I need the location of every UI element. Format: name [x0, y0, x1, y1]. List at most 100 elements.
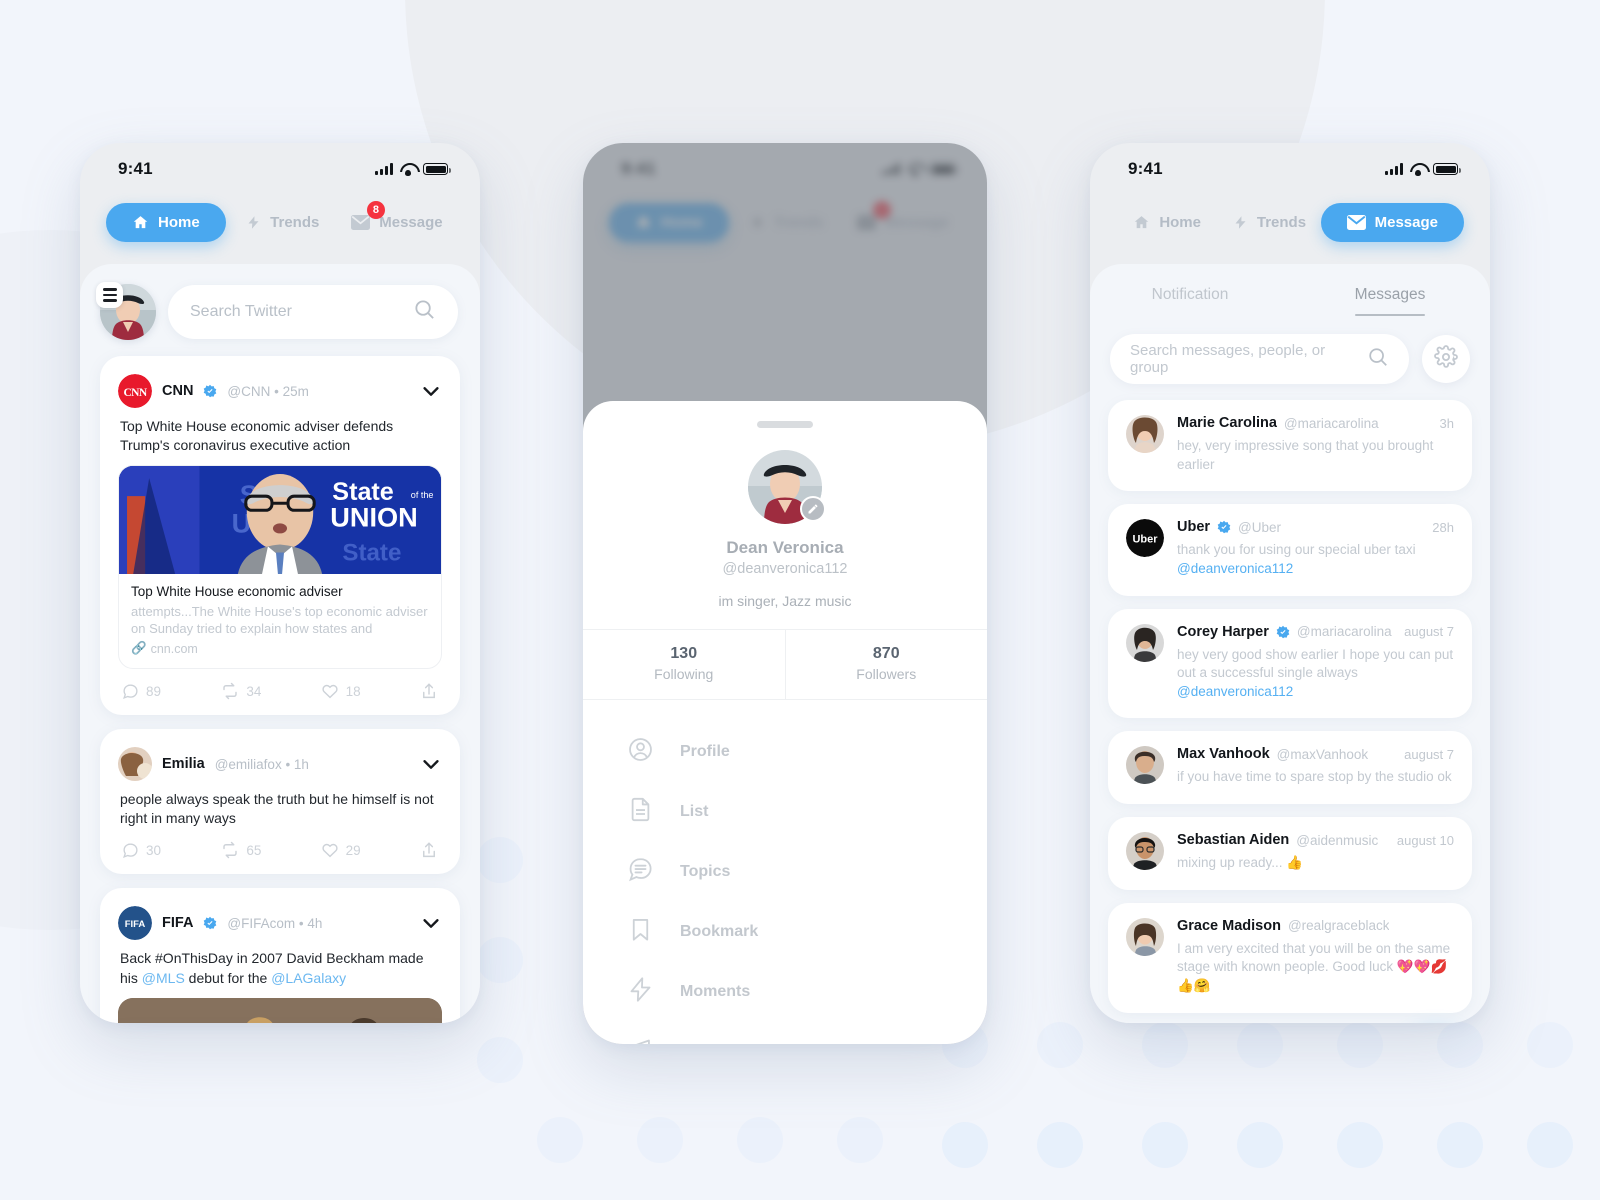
conversation-preview: hey very good show earlier I hope you ca… — [1177, 646, 1454, 699]
profile-stat[interactable]: 870 Followers — [784, 630, 988, 699]
like-action[interactable]: 29 — [321, 841, 420, 859]
stat-label: Following — [654, 666, 714, 682]
nav-tab-home-label: Home — [158, 214, 200, 231]
search-input[interactable]: Search Twitter — [168, 285, 458, 339]
conversation-avatar[interactable] — [1126, 746, 1164, 785]
nav-tab-trends[interactable]: Trends — [226, 203, 340, 242]
conversation-preview: thank you for using our special uber tax… — [1177, 542, 1416, 576]
tab-messages[interactable]: Messages — [1290, 278, 1490, 316]
reply-action[interactable]: 30 — [122, 842, 221, 859]
verified-badge-icon — [1217, 520, 1231, 534]
drawer-menu-item-twitter-ads[interactable]: Twitter Ads — [627, 1022, 943, 1044]
lightning-icon — [1233, 214, 1248, 231]
tweet-card[interactable]: FIFA FIFA @FIFAcom • 4h Back #OnThisDay in… — [100, 888, 460, 1023]
share-action[interactable] — [420, 681, 438, 701]
top-navigation: Home Trends Message — [1090, 195, 1490, 264]
tweet-header: CNN CNN @CNN • 25m — [118, 374, 442, 408]
conversation-row[interactable]: Corey Harper @mariacarolina august 7 hey ve… — [1108, 608, 1472, 719]
background-dot — [1142, 1122, 1188, 1168]
envelope-icon — [351, 215, 371, 230]
messages-settings-button[interactable] — [1422, 335, 1470, 383]
drawer-menu-item-profile[interactable]: Profile — [627, 722, 943, 782]
tweet-avatar[interactable]: FIFA — [118, 906, 152, 941]
tweet-header: FIFA FIFA @FIFAcom • 4h — [118, 906, 442, 941]
home-icon — [1133, 214, 1150, 231]
search-icon[interactable] — [413, 298, 436, 326]
battery-icon — [423, 163, 451, 175]
gear-icon — [1434, 344, 1458, 374]
background-dot — [1037, 1022, 1083, 1068]
like-action[interactable]: 18 — [321, 682, 420, 700]
profile-drawer: Dean Veronica @deanveronica112 im singer… — [583, 401, 987, 1044]
conversation-row[interactable]: Grace Madison @realgraceblack I am very ex… — [1108, 902, 1472, 1013]
background-dot — [1237, 1022, 1283, 1068]
tweet-card[interactable]: CNN CNN @CNN • 25m Top White House economic… — [100, 356, 460, 715]
tweet-author-name: Emilia — [162, 756, 205, 772]
hamburger-icon[interactable] — [96, 282, 123, 308]
reply-action[interactable]: 89 — [122, 683, 221, 700]
drawer-menu-item-topics[interactable]: Topics — [627, 842, 943, 902]
chevron-down-icon[interactable] — [420, 380, 442, 402]
message-search-input[interactable]: Search messages, people, or group — [1110, 334, 1409, 384]
nav-tab-home-label: Home — [1159, 214, 1201, 231]
search-row: Search Twitter — [80, 264, 480, 356]
conversation-row[interactable]: Uber Uber @Uber 28h thank you for using our … — [1108, 504, 1472, 596]
stat-label: Followers — [856, 666, 917, 682]
chevron-down-icon[interactable] — [420, 753, 442, 775]
nav-tab-trends[interactable]: Trends — [1218, 203, 1320, 242]
tweet-card[interactable]: Emilia @emiliafox • 1h people always speak… — [100, 729, 460, 875]
conversation-avatar[interactable] — [1126, 917, 1164, 956]
profile-stat[interactable]: 130 Following — [583, 630, 785, 699]
background-dot — [477, 1037, 523, 1083]
conversation-preview: hey, very impressive song that you broug… — [1177, 438, 1434, 472]
conversation-name: Corey Harper — [1177, 623, 1269, 640]
tweet-avatar[interactable]: CNN — [118, 374, 152, 408]
background-dot — [1337, 1022, 1383, 1068]
profile-avatar-wrap[interactable] — [748, 450, 826, 524]
conversation-avatar[interactable] — [1126, 623, 1164, 662]
background-dot — [1337, 1122, 1383, 1168]
drawer-menu-item-bookmark[interactable]: Bookmark — [627, 902, 943, 962]
conversation-list: Marie Carolina @mariacarolina 3h hey, very … — [1090, 392, 1490, 1013]
link-icon: 🔗 — [131, 641, 147, 655]
stat-value: 130 — [670, 645, 698, 662]
status-bar: 9:41 — [1090, 143, 1490, 195]
conversation-row[interactable]: Marie Carolina @mariacarolina 3h hey, very … — [1108, 400, 1472, 492]
share-action[interactable] — [420, 840, 438, 860]
tweet-text: Top White House economic adviser defends… — [120, 418, 394, 454]
conversation-avatar[interactable] — [1126, 415, 1164, 453]
tweet-image[interactable]: XBOX — [118, 997, 442, 1023]
conversation-avatar[interactable]: Uber — [1126, 519, 1164, 558]
wifi-icon — [1410, 163, 1426, 176]
drawer-menu-item-moments[interactable]: Moments — [627, 962, 943, 1022]
conversation-row[interactable]: Sebastian Aiden @aidenmusic august 10 mixin… — [1108, 817, 1472, 890]
avatar-with-menu[interactable] — [96, 282, 156, 340]
chevron-down-icon[interactable] — [420, 912, 442, 934]
link-preview-card[interactable]: StaUNStateof theUNIONStateTop White Hous… — [118, 465, 442, 669]
background-dot — [637, 1117, 683, 1163]
verified-badge-icon — [204, 384, 217, 398]
megaphone-icon — [627, 1036, 654, 1044]
nav-tab-message[interactable]: 8 Message — [340, 201, 454, 242]
drawer-menu: Profile List Topics Bookmark Moments Twitter … — [583, 700, 987, 1044]
drag-handle[interactable] — [757, 421, 813, 428]
conversation-handle: @mariacarolina — [1296, 624, 1392, 639]
pencil-icon[interactable] — [800, 496, 826, 522]
profile-header: Dean Veronica @deanveronica112 im singer… — [583, 428, 987, 629]
conversation-avatar[interactable] — [1126, 832, 1164, 870]
tweet-text: people always speak the truth but he him… — [120, 791, 434, 827]
drawer-menu-label: Moments — [680, 983, 751, 1000]
tweet-actions: 89 34 18 — [118, 681, 442, 701]
nav-tab-home[interactable]: Home — [1116, 203, 1218, 242]
tab-notification[interactable]: Notification — [1090, 278, 1290, 316]
conversation-row[interactable]: Max Vanhook @maxVanhook august 7 if you hav… — [1108, 731, 1472, 804]
drawer-menu-item-list[interactable]: List — [627, 782, 943, 842]
conversation-time: august 10 — [1396, 832, 1454, 848]
search-icon[interactable] — [1367, 346, 1389, 373]
nav-tab-message[interactable]: Message — [1320, 203, 1464, 242]
envelope-icon — [1346, 215, 1366, 230]
retweet-action[interactable]: 34 — [221, 682, 320, 700]
nav-tab-home[interactable]: Home — [106, 203, 226, 242]
tweet-avatar[interactable] — [118, 747, 152, 781]
retweet-action[interactable]: 65 — [221, 841, 320, 859]
